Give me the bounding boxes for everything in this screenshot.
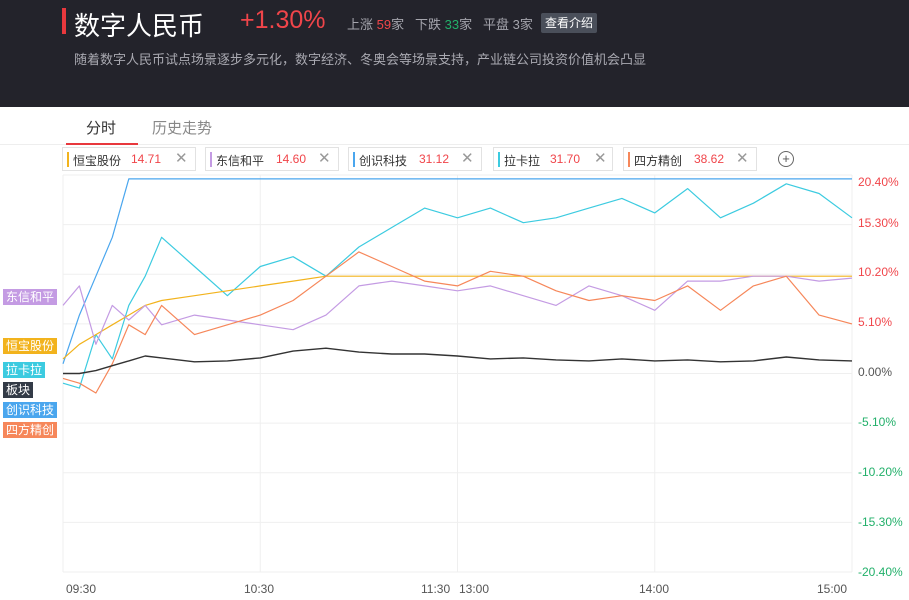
y-tick-label: 5.10% [858,315,893,329]
x-tick-label: 13:00 [459,582,490,596]
intraday-chart [62,174,853,573]
y-tick-label: 0.00% [858,365,893,379]
left-tag-chuangshi: 创识科技 [3,402,58,418]
y-tick-label: 10.20% [858,265,899,279]
y-tick-label: -5.10% [858,415,897,429]
y-tick-label: 20.40% [858,175,899,189]
y-tick-label: -20.40% [858,565,903,579]
y-tick-label: 15.30% [858,216,899,230]
left-tag-hengbao: 恒宝股份 [3,338,58,354]
left-tag-sector: 板块 [3,382,34,398]
x-tick-label: 10:30 [244,582,275,596]
left-tag-dongxin: 东信和平 [3,289,58,305]
x-tick-label: 14:00 [639,582,670,596]
x-tick-label: 11:30 [421,582,451,596]
left-tag-lakala: 拉卡拉 [3,362,46,378]
y-tick-label: -10.20% [858,465,903,479]
x-tick-label: 09:30 [66,582,97,596]
y-tick-label: -15.30% [858,515,903,529]
left-tag-sifang: 四方精创 [3,422,58,438]
x-tick-label: 15:00 [817,582,848,596]
